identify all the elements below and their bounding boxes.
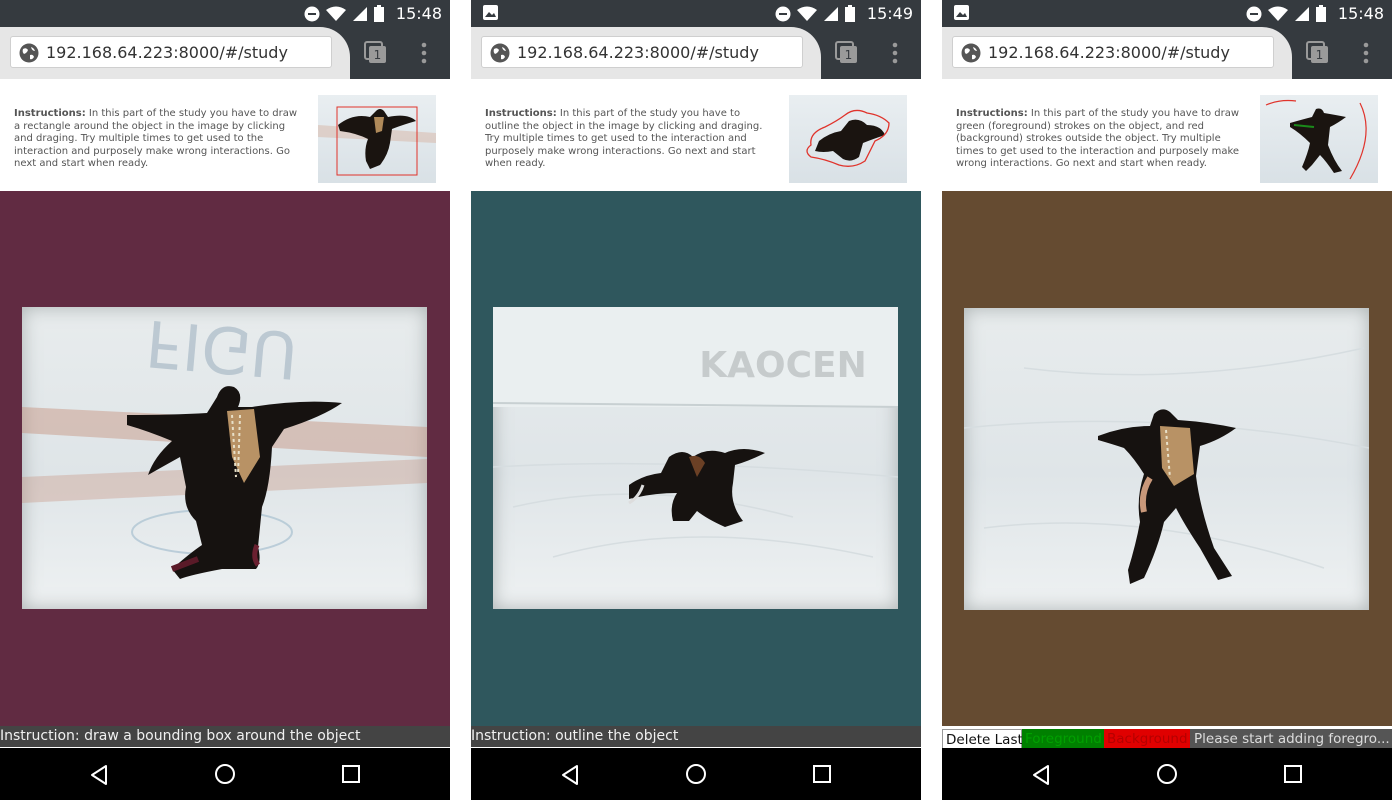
phone-screen-strokes: 15:48 192.168.64.223:8000/#/study 1 Inst… <box>942 0 1392 800</box>
status-bar: 15:48 <box>0 0 450 27</box>
figure-skating-photo[interactable]: KAOCEN <box>493 307 898 609</box>
back-nav-icon[interactable] <box>559 764 581 786</box>
browser-toolbar: 192.168.64.223:8000/#/study 1 <box>471 27 921 79</box>
cell-signal-icon <box>1294 6 1309 21</box>
figure-skating-photo[interactable] <box>964 308 1369 610</box>
svg-text:FIGU: FIGU <box>143 307 301 391</box>
status-time: 15:48 <box>395 4 442 23</box>
browser-toolbar: 192.168.64.223:8000/#/study 1 <box>942 27 1392 79</box>
stroke-controls: Delete Last Foreground Background Please… <box>942 729 1392 749</box>
address-bar[interactable]: 192.168.64.223:8000/#/study <box>10 36 332 68</box>
example-outlined-skaters-image <box>806 109 890 167</box>
wifi-icon <box>325 6 346 21</box>
status-icons: 15:48 <box>304 0 442 27</box>
android-nav-bar <box>942 748 1392 800</box>
instruction-bar: Instruction: draw a bounding box around … <box>0 726 450 747</box>
tab-count: 1 <box>845 48 853 62</box>
instructions-label: Instructions: <box>485 108 557 119</box>
tab-count: 1 <box>374 48 382 62</box>
wifi-icon <box>1267 6 1288 21</box>
bottom-instruction-text: Instruction: outline the object <box>471 728 679 744</box>
annotation-canvas[interactable]: KAOCEN <box>471 191 921 726</box>
url-text: 192.168.64.223:8000/#/study <box>517 43 759 62</box>
back-nav-icon[interactable] <box>1030 764 1052 786</box>
url-bar-container: 192.168.64.223:8000/#/study <box>942 27 1292 79</box>
image-notification-icon <box>954 5 969 20</box>
address-bar[interactable]: 192.168.64.223:8000/#/study <box>952 36 1274 68</box>
instructions-label: Instructions: <box>14 108 86 119</box>
figure-skater-kneeling-image: FIGU <box>22 307 427 579</box>
overflow-menu-icon[interactable] <box>414 41 434 65</box>
globe-icon <box>961 43 981 63</box>
overflow-menu-icon[interactable] <box>885 41 905 65</box>
tabs-switcher-icon[interactable]: 1 <box>364 41 388 65</box>
do-not-disturb-icon <box>1246 6 1262 21</box>
instructions-panel: Instructions: In this part of the study … <box>0 79 450 191</box>
globe-icon <box>19 43 39 63</box>
home-nav-icon[interactable] <box>1156 763 1178 785</box>
url-text: 192.168.64.223:8000/#/study <box>988 43 1230 62</box>
address-bar[interactable]: 192.168.64.223:8000/#/study <box>481 36 803 68</box>
delete-last-button[interactable]: Delete Last <box>942 729 1023 749</box>
tab-count: 1 <box>1316 48 1324 62</box>
svg-text:KAOCEN: KAOCEN <box>699 345 867 386</box>
example-thumbnail <box>1260 95 1378 183</box>
figure-skating-photo[interactable]: FIGU <box>22 307 427 609</box>
do-not-disturb-icon <box>304 6 320 21</box>
browser-toolbar: 192.168.64.223:8000/#/study 1 <box>0 27 450 79</box>
home-nav-icon[interactable] <box>214 763 236 785</box>
image-notification-icon <box>483 5 498 20</box>
tabs-switcher-icon[interactable]: 1 <box>1306 41 1330 65</box>
recent-apps-icon[interactable] <box>1284 765 1302 783</box>
phone-screen-outline: 15:49 192.168.64.223:8000/#/study 1 Inst… <box>471 0 921 800</box>
battery-icon <box>1315 5 1326 22</box>
figure-skaters-pair-image: KAOCEN <box>493 307 898 558</box>
status-message: Please start adding foregro... <box>1190 729 1392 749</box>
android-nav-bar <box>0 748 450 800</box>
example-strokes-image <box>1265 99 1367 180</box>
example-thumbnail <box>789 95 907 183</box>
instructions-panel: Instructions: In this part of the study … <box>471 79 921 191</box>
url-text: 192.168.64.223:8000/#/study <box>46 43 288 62</box>
wifi-icon <box>796 6 817 21</box>
status-bar: 15:48 <box>942 0 1392 27</box>
instructions-panel: Instructions: In this part of the study … <box>942 79 1392 191</box>
android-nav-bar <box>471 748 921 800</box>
instruction-bar: Instruction: outline the object <box>471 726 921 747</box>
cell-signal-icon <box>823 6 838 21</box>
figure-skaters-lift-image <box>964 347 1369 584</box>
status-icons: 15:49 <box>775 0 913 27</box>
instructions-label: Instructions: <box>956 108 1028 119</box>
instructions-text: Instructions: In this part of the study … <box>485 108 775 171</box>
battery-icon <box>373 5 384 22</box>
example-figure-skater-image <box>318 106 436 176</box>
battery-icon <box>844 5 855 22</box>
annotation-canvas[interactable] <box>942 191 1392 726</box>
tabs-switcher-icon[interactable]: 1 <box>835 41 859 65</box>
do-not-disturb-icon <box>775 6 791 21</box>
example-thumbnail <box>318 95 436 183</box>
phone-screen-bounding-box: 15:48 192.168.64.223:8000/#/study 1 Inst… <box>0 0 450 800</box>
status-bar: 15:49 <box>471 0 921 27</box>
status-time: 15:49 <box>866 4 913 23</box>
instructions-text: Instructions: In this part of the study … <box>14 108 304 171</box>
status-time: 15:48 <box>1337 4 1384 23</box>
recent-apps-icon[interactable] <box>813 765 831 783</box>
url-bar-container: 192.168.64.223:8000/#/study <box>471 27 821 79</box>
back-nav-icon[interactable] <box>88 764 110 786</box>
status-icons: 15:48 <box>1246 0 1384 27</box>
url-bar-container: 192.168.64.223:8000/#/study <box>0 27 350 79</box>
overflow-menu-icon[interactable] <box>1356 41 1376 65</box>
globe-icon <box>490 43 510 63</box>
instructions-text: Instructions: In this part of the study … <box>956 108 1246 171</box>
recent-apps-icon[interactable] <box>342 765 360 783</box>
cell-signal-icon <box>352 6 367 21</box>
annotation-canvas[interactable]: FIGU <box>0 191 450 726</box>
background-button[interactable]: Background <box>1104 729 1190 749</box>
home-nav-icon[interactable] <box>685 763 707 785</box>
foreground-button[interactable]: Foreground <box>1022 729 1104 749</box>
bottom-instruction-text: Instruction: draw a bounding box around … <box>0 728 361 744</box>
